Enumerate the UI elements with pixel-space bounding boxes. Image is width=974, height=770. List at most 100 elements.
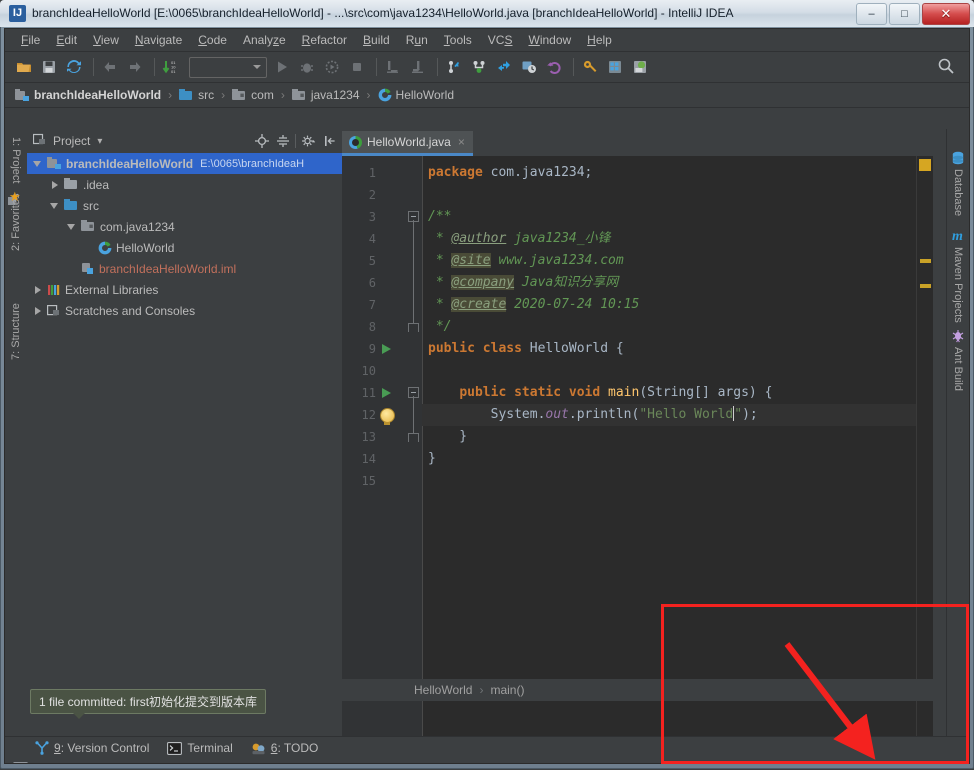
editor-tab-helloworld[interactable]: HelloWorld.java ×: [342, 131, 473, 156]
git-branch-widget[interactable]: Git: master ↕: [853, 763, 918, 764]
code-line[interactable]: }: [428, 426, 467, 448]
run-coverage-icon[interactable]: [321, 56, 343, 78]
encoding-widget[interactable]: UTF-8 ↕: [799, 763, 840, 764]
menu-item-navigate[interactable]: Navigate: [127, 31, 190, 49]
sidebar-item-database[interactable]: Database: [952, 169, 964, 216]
forward-arrow-icon[interactable]: [124, 56, 146, 78]
code-line[interactable]: * @author java1234_小锋: [428, 228, 611, 250]
collapse-all-icon[interactable]: [274, 132, 291, 149]
commit-icon[interactable]: [468, 56, 490, 78]
project-tree[interactable]: branchIdeaHelloWorld E:\0065\branchIdeaH.…: [27, 153, 342, 736]
menu-item-vcs[interactable]: VCS: [480, 31, 521, 49]
chevron-right-icon[interactable]: [50, 179, 62, 191]
tree-node-branchideahelloworld-iml[interactable]: branchIdeaHelloWorld.iml: [27, 258, 342, 279]
menu-item-analyze[interactable]: Analyze: [235, 31, 294, 49]
menu-item-refactor[interactable]: Refactor: [294, 31, 355, 49]
sidebar-item-maven-projects[interactable]: Maven Projects: [952, 247, 964, 323]
tool-window-terminal[interactable]: Terminal: [167, 741, 233, 755]
tool-window-6-todo[interactable]: 6: TODO: [251, 741, 318, 755]
line-separator-widget[interactable]: CRLF ↕: [748, 763, 786, 764]
settings-wrench-icon[interactable]: [579, 56, 601, 78]
menu-item-window[interactable]: Window: [520, 31, 579, 49]
breadcrumb-branchideahelloworld[interactable]: branchIdeaHelloWorld: [13, 88, 163, 102]
chevron-down-icon[interactable]: [33, 158, 45, 170]
minimize-button[interactable]: –: [856, 3, 887, 25]
close-icon[interactable]: ×: [458, 135, 465, 149]
code-line[interactable]: /**: [428, 206, 451, 228]
hide-panel-icon[interactable]: [321, 132, 338, 149]
code-line[interactable]: * @company Java知识分享网: [428, 272, 618, 294]
sync-refresh-icon[interactable]: [63, 56, 85, 78]
open-folder-icon[interactable]: [13, 56, 35, 78]
attach-profiler-icon[interactable]: [407, 56, 429, 78]
error-stripe-gutter[interactable]: [916, 156, 933, 736]
code-line[interactable]: }: [428, 448, 436, 470]
menu-item-run[interactable]: Run: [398, 31, 436, 49]
warning-marker[interactable]: [920, 284, 931, 288]
debug-icon[interactable]: [296, 56, 318, 78]
project-structure-icon[interactable]: [604, 56, 626, 78]
caret-position[interactable]: 12:40: [705, 763, 735, 764]
tool-window-9-version-control[interactable]: 9: Version Control: [35, 741, 149, 755]
search-everywhere-icon[interactable]: [937, 57, 957, 77]
run-icon[interactable]: [271, 56, 293, 78]
tree-node-helloworld[interactable]: HelloWorld: [27, 237, 342, 258]
chevron-right-icon[interactable]: [33, 305, 45, 317]
rollback-icon[interactable]: [543, 56, 565, 78]
run-gutter-icon[interactable]: [382, 388, 391, 398]
menu-item-edit[interactable]: Edit: [48, 31, 85, 49]
back-arrow-icon[interactable]: [99, 56, 121, 78]
code-line[interactable]: */: [428, 316, 452, 338]
menu-item-help[interactable]: Help: [579, 31, 620, 49]
run-configuration-selector[interactable]: [189, 56, 267, 78]
save-all-icon[interactable]: [38, 56, 60, 78]
tree-node-scratches-and-consoles[interactable]: Scratches and Consoles: [27, 300, 342, 321]
tree-node-com-java1234[interactable]: com.java1234: [27, 216, 342, 237]
fold-region-end-icon[interactable]: [408, 323, 419, 332]
breadcrumb-helloworld[interactable]: HelloWorld: [376, 88, 456, 102]
code-view[interactable]: 1 package com.java1234; 2 3 /** 4 * @author j…: [342, 156, 933, 736]
chevron-right-icon[interactable]: [33, 284, 45, 296]
push-icon[interactable]: [493, 56, 515, 78]
stop-icon[interactable]: [346, 56, 368, 78]
maximize-button[interactable]: □: [889, 3, 920, 25]
fold-region-end-icon[interactable]: [408, 433, 419, 442]
menu-item-build[interactable]: Build: [355, 31, 398, 49]
breadcrumb-java1234[interactable]: java1234: [290, 88, 362, 102]
update-project-icon[interactable]: [443, 56, 465, 78]
editor-breadcrumb-item[interactable]: main(): [490, 683, 524, 697]
sdk-manager-icon[interactable]: [629, 56, 651, 78]
code-line[interactable]: public class HelloWorld {: [428, 338, 624, 360]
breadcrumb-src[interactable]: src: [177, 88, 216, 102]
menu-item-tools[interactable]: Tools: [436, 31, 480, 49]
hector-icon[interactable]: [957, 763, 969, 764]
menu-item-view[interactable]: View: [85, 31, 127, 49]
unlocked-icon[interactable]: [931, 763, 944, 764]
sidebar-item-ant-build[interactable]: Ant Build: [952, 347, 964, 391]
tree-node-branchideahelloworld[interactable]: branchIdeaHelloWorld E:\0065\branchIdeaH: [27, 153, 342, 174]
notification-balloon[interactable]: 1 file committed: first初始化提交到版本库: [30, 689, 267, 719]
code-line[interactable]: * @site www.java1234.com: [428, 250, 624, 272]
menu-item-code[interactable]: Code: [190, 31, 235, 49]
chevron-down-icon[interactable]: [50, 200, 62, 212]
menu-item-file[interactable]: File: [13, 31, 48, 49]
sidebar-item-structure[interactable]: 7: Structure: [10, 303, 22, 360]
run-gutter-icon[interactable]: [382, 344, 391, 354]
locate-icon[interactable]: [253, 132, 270, 149]
code-line[interactable]: public static void main(String[] args) {: [428, 382, 772, 404]
sort-numeric-icon[interactable]: 01 10 01: [160, 56, 182, 78]
chevron-down-icon[interactable]: ▾: [97, 136, 102, 147]
code-line[interactable]: * @create 2020-07-24 10:15: [428, 294, 639, 316]
close-button[interactable]: ✕: [922, 3, 970, 25]
settings-gear-icon[interactable]: [300, 132, 317, 149]
code-line[interactable]: System.out.println("Hello World");: [428, 404, 758, 426]
tree-node-src[interactable]: src: [27, 195, 342, 216]
breadcrumb-com[interactable]: com: [230, 88, 276, 102]
history-icon[interactable]: [518, 56, 540, 78]
tree-node--idea[interactable]: .idea: [27, 174, 342, 195]
profile-icon[interactable]: [382, 56, 404, 78]
chevron-down-icon[interactable]: [67, 221, 79, 233]
inspection-status-square[interactable]: [919, 159, 931, 171]
warning-marker[interactable]: [920, 259, 931, 263]
editor-breadcrumb-item[interactable]: HelloWorld: [414, 683, 472, 697]
